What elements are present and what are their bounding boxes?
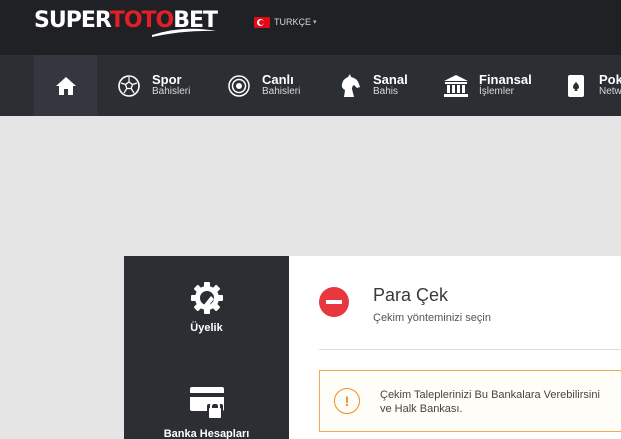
nav-title: Spor <box>152 72 182 88</box>
language-label: TURKÇE <box>274 17 312 27</box>
nav-title: Sanal <box>373 72 408 88</box>
account-sidebar: Üyelik Banka Hesapları <box>124 256 289 439</box>
sidebar-item-label: Banka Hesapları <box>163 428 250 439</box>
sidebar-item-banka-hesaplari[interactable]: Banka Hesapları <box>124 386 289 439</box>
chevron-down-icon: ▾ <box>313 19 317 26</box>
logo-swoosh-icon <box>152 28 216 37</box>
home-icon <box>55 76 76 95</box>
site-logo[interactable]: SUPERTOTOBET <box>34 6 218 38</box>
nav-title: Pok <box>599 72 621 88</box>
nav-item-sanal[interactable]: Sanal Bahis <box>337 55 408 116</box>
warning-text: Çekim Taleplerinizi Bu Bankalara Verebil… <box>380 388 621 416</box>
top-bar: SUPERTOTOBET TURKÇE ▾ <box>0 0 621 55</box>
nav-item-finansal[interactable]: Finansal İşlemler <box>443 55 532 116</box>
sidebar-item-label: Üyelik <box>190 322 223 334</box>
page-subtitle: Çekim yönteminizi seçin <box>373 312 491 324</box>
horse-icon <box>337 73 363 99</box>
divider <box>319 349 621 350</box>
page-title: Para Çek <box>373 285 449 305</box>
soccer-ball-icon <box>116 73 142 99</box>
nav-item-canli[interactable]: Canlı Bahisleri <box>226 55 300 116</box>
language-selector[interactable]: TURKÇE ▾ <box>254 16 317 28</box>
warning-line-2: ve Halk Bankası. <box>380 403 463 415</box>
withdraw-minus-icon <box>319 287 349 317</box>
nav-subtitle: İşlemler <box>479 86 515 98</box>
turkey-flag-icon <box>254 16 270 28</box>
bank-icon <box>443 73 469 99</box>
nav-subtitle: Bahis <box>373 86 399 98</box>
warning-notice: ! Çekim Taleplerinizi Bu Bankalara Vereb… <box>319 370 621 432</box>
nav-subtitle: Bahisleri <box>152 86 191 98</box>
nav-subtitle: Bahisleri <box>262 86 301 98</box>
live-icon <box>226 73 252 99</box>
playing-card-icon <box>563 73 589 99</box>
nav-item-poker[interactable]: Pok Netw <box>563 55 621 116</box>
logo-part-super: SUPER <box>34 8 111 33</box>
main-nav: Spor Bahisleri Canlı Bahisleri Sanal Bah… <box>0 55 621 116</box>
nav-item-spor[interactable]: Spor Bahisleri <box>116 55 190 116</box>
exclamation-icon: ! <box>334 388 360 414</box>
nav-title: Canlı <box>262 72 294 88</box>
withdraw-panel: Para Çek Çekim yönteminizi seçin ! Çekim… <box>289 256 621 439</box>
nav-subtitle: Netw <box>599 86 621 98</box>
warning-line-1: Çekim Taleplerinizi Bu Bankalara Verebil… <box>380 389 600 401</box>
sidebar-item-uyelik[interactable]: Üyelik <box>124 280 289 334</box>
card-lock-icon <box>189 387 224 418</box>
nav-home-button[interactable] <box>34 55 97 116</box>
gear-wrench-icon <box>190 282 223 314</box>
